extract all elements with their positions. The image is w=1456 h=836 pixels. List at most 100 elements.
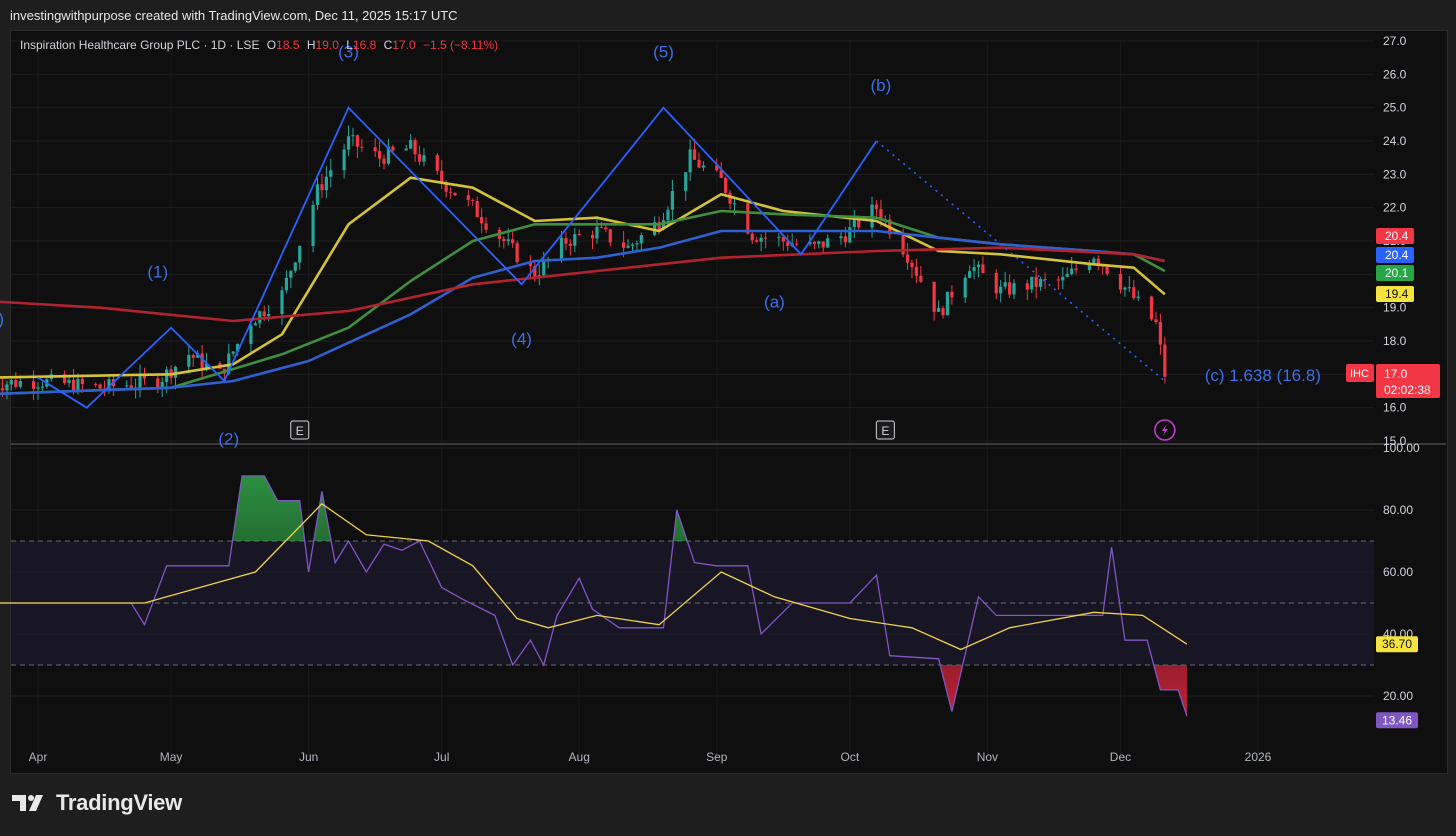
candle-body [324,176,328,191]
candle-body [1012,283,1016,295]
candle-body [701,165,706,168]
rsi-ma-tag-value: 36.70 [1382,637,1412,651]
candle-body [976,264,981,268]
candle-body [31,381,36,389]
candle-body [280,290,284,314]
candle-body [0,388,5,391]
price-tag-value: 20.1 [1385,266,1409,280]
price-axis-label: 19.0 [1383,301,1407,315]
candle-body [573,234,577,246]
wave-label: (c) 1.638 (16.8) [1205,366,1321,385]
candle-body [1132,287,1136,299]
candle-body [919,275,923,282]
candle-body [936,308,941,312]
wave-label: (b) [0,309,4,328]
candle-body [422,155,426,162]
candle-body [360,146,364,148]
price-axis-label: 18.0 [1383,334,1407,348]
candle-body [453,192,457,196]
price-axis-label: 27.0 [1383,34,1407,48]
x-tick-label: Aug [569,750,590,764]
legend-low-label: L [346,38,353,52]
candle-body [630,244,635,246]
candle-body [413,140,417,155]
projection-line [875,140,1166,382]
candle-body [67,379,71,384]
legend-open-label: O [266,38,277,52]
candle-body [999,286,1003,294]
candle-body [342,149,346,171]
candle-body [626,245,630,248]
candle-body [577,234,581,236]
candle-body [812,242,816,244]
candle-body [1030,276,1034,290]
x-tick-label: Jul [434,750,449,764]
wave-label: (4) [511,329,532,348]
candle-body [950,291,954,298]
candle-body [311,204,315,246]
candle-body [471,199,475,201]
candle-body [839,236,843,239]
candle-body [1163,344,1167,377]
candle-body [564,238,568,244]
candle-body [852,218,856,228]
x-tick-label: Oct [841,750,860,764]
candle-body [1105,266,1109,275]
brand-name: TradingView [56,790,182,815]
candle-body [914,267,918,276]
candle-body [848,227,852,243]
candle-body [1034,276,1038,287]
candle-body [1149,296,1154,320]
candle-body [289,270,293,278]
x-tick-label: Apr [29,750,48,764]
price-tag-value: 20.4 [1385,229,1409,243]
legend-close-label: C [383,38,393,52]
price-axis-label: 24.0 [1383,134,1407,148]
candle-body [125,385,129,387]
chart-canvas[interactable]: Apr May Jun Jul Aug Sep Oct Nov Dec 202615.016.01… [0,0,1456,836]
rsi-axis-label: 100.00 [1383,441,1420,455]
rsi-tag-value: 13.46 [1382,713,1412,727]
candle-body [480,217,484,224]
candle-body [963,277,967,298]
candle-body [1123,287,1127,290]
legend-title: Inspiration Healthcare Group PLC · 1D · … [20,38,260,52]
candle-body [466,195,470,200]
x-tick-label: 2026 [1245,750,1272,764]
price-tag-value: 20.4 [1385,248,1409,262]
candle-body [409,140,413,149]
candle-body [945,291,950,316]
price-axis-label: 26.0 [1383,67,1407,81]
candle-body [5,384,9,391]
candle-body [905,254,910,263]
candle-body [599,226,604,228]
candle-body [910,262,914,268]
candle-body [590,234,595,239]
candle-body [191,355,195,358]
candle-body [187,355,191,367]
earnings-marker-label: E [881,424,889,438]
legend-close-value: 17.0 [392,38,416,52]
candle-body [750,233,754,241]
candle-body [697,159,701,168]
candle-body [9,380,13,385]
candle-body [759,237,763,242]
legend-open-value: 18.5 [276,38,300,52]
candle-body [981,264,985,273]
price-axis-label: 23.0 [1383,167,1407,181]
candle-body [763,237,768,239]
candle-body [755,240,759,242]
candle-body [1039,279,1043,287]
earnings-marker-label: E [296,424,304,438]
candle-body [870,204,874,228]
candle-body [622,242,626,248]
tradingview-logo-icon [12,795,43,811]
candle-body [874,204,879,210]
candle-body [635,243,639,245]
candle-body [843,236,848,243]
price-tag-value: 19.4 [1385,287,1409,301]
wave-label: (1) [147,263,168,282]
candle-body [746,203,750,234]
symbol-tag-label: IHC [1350,368,1369,380]
candle-body [94,384,98,386]
